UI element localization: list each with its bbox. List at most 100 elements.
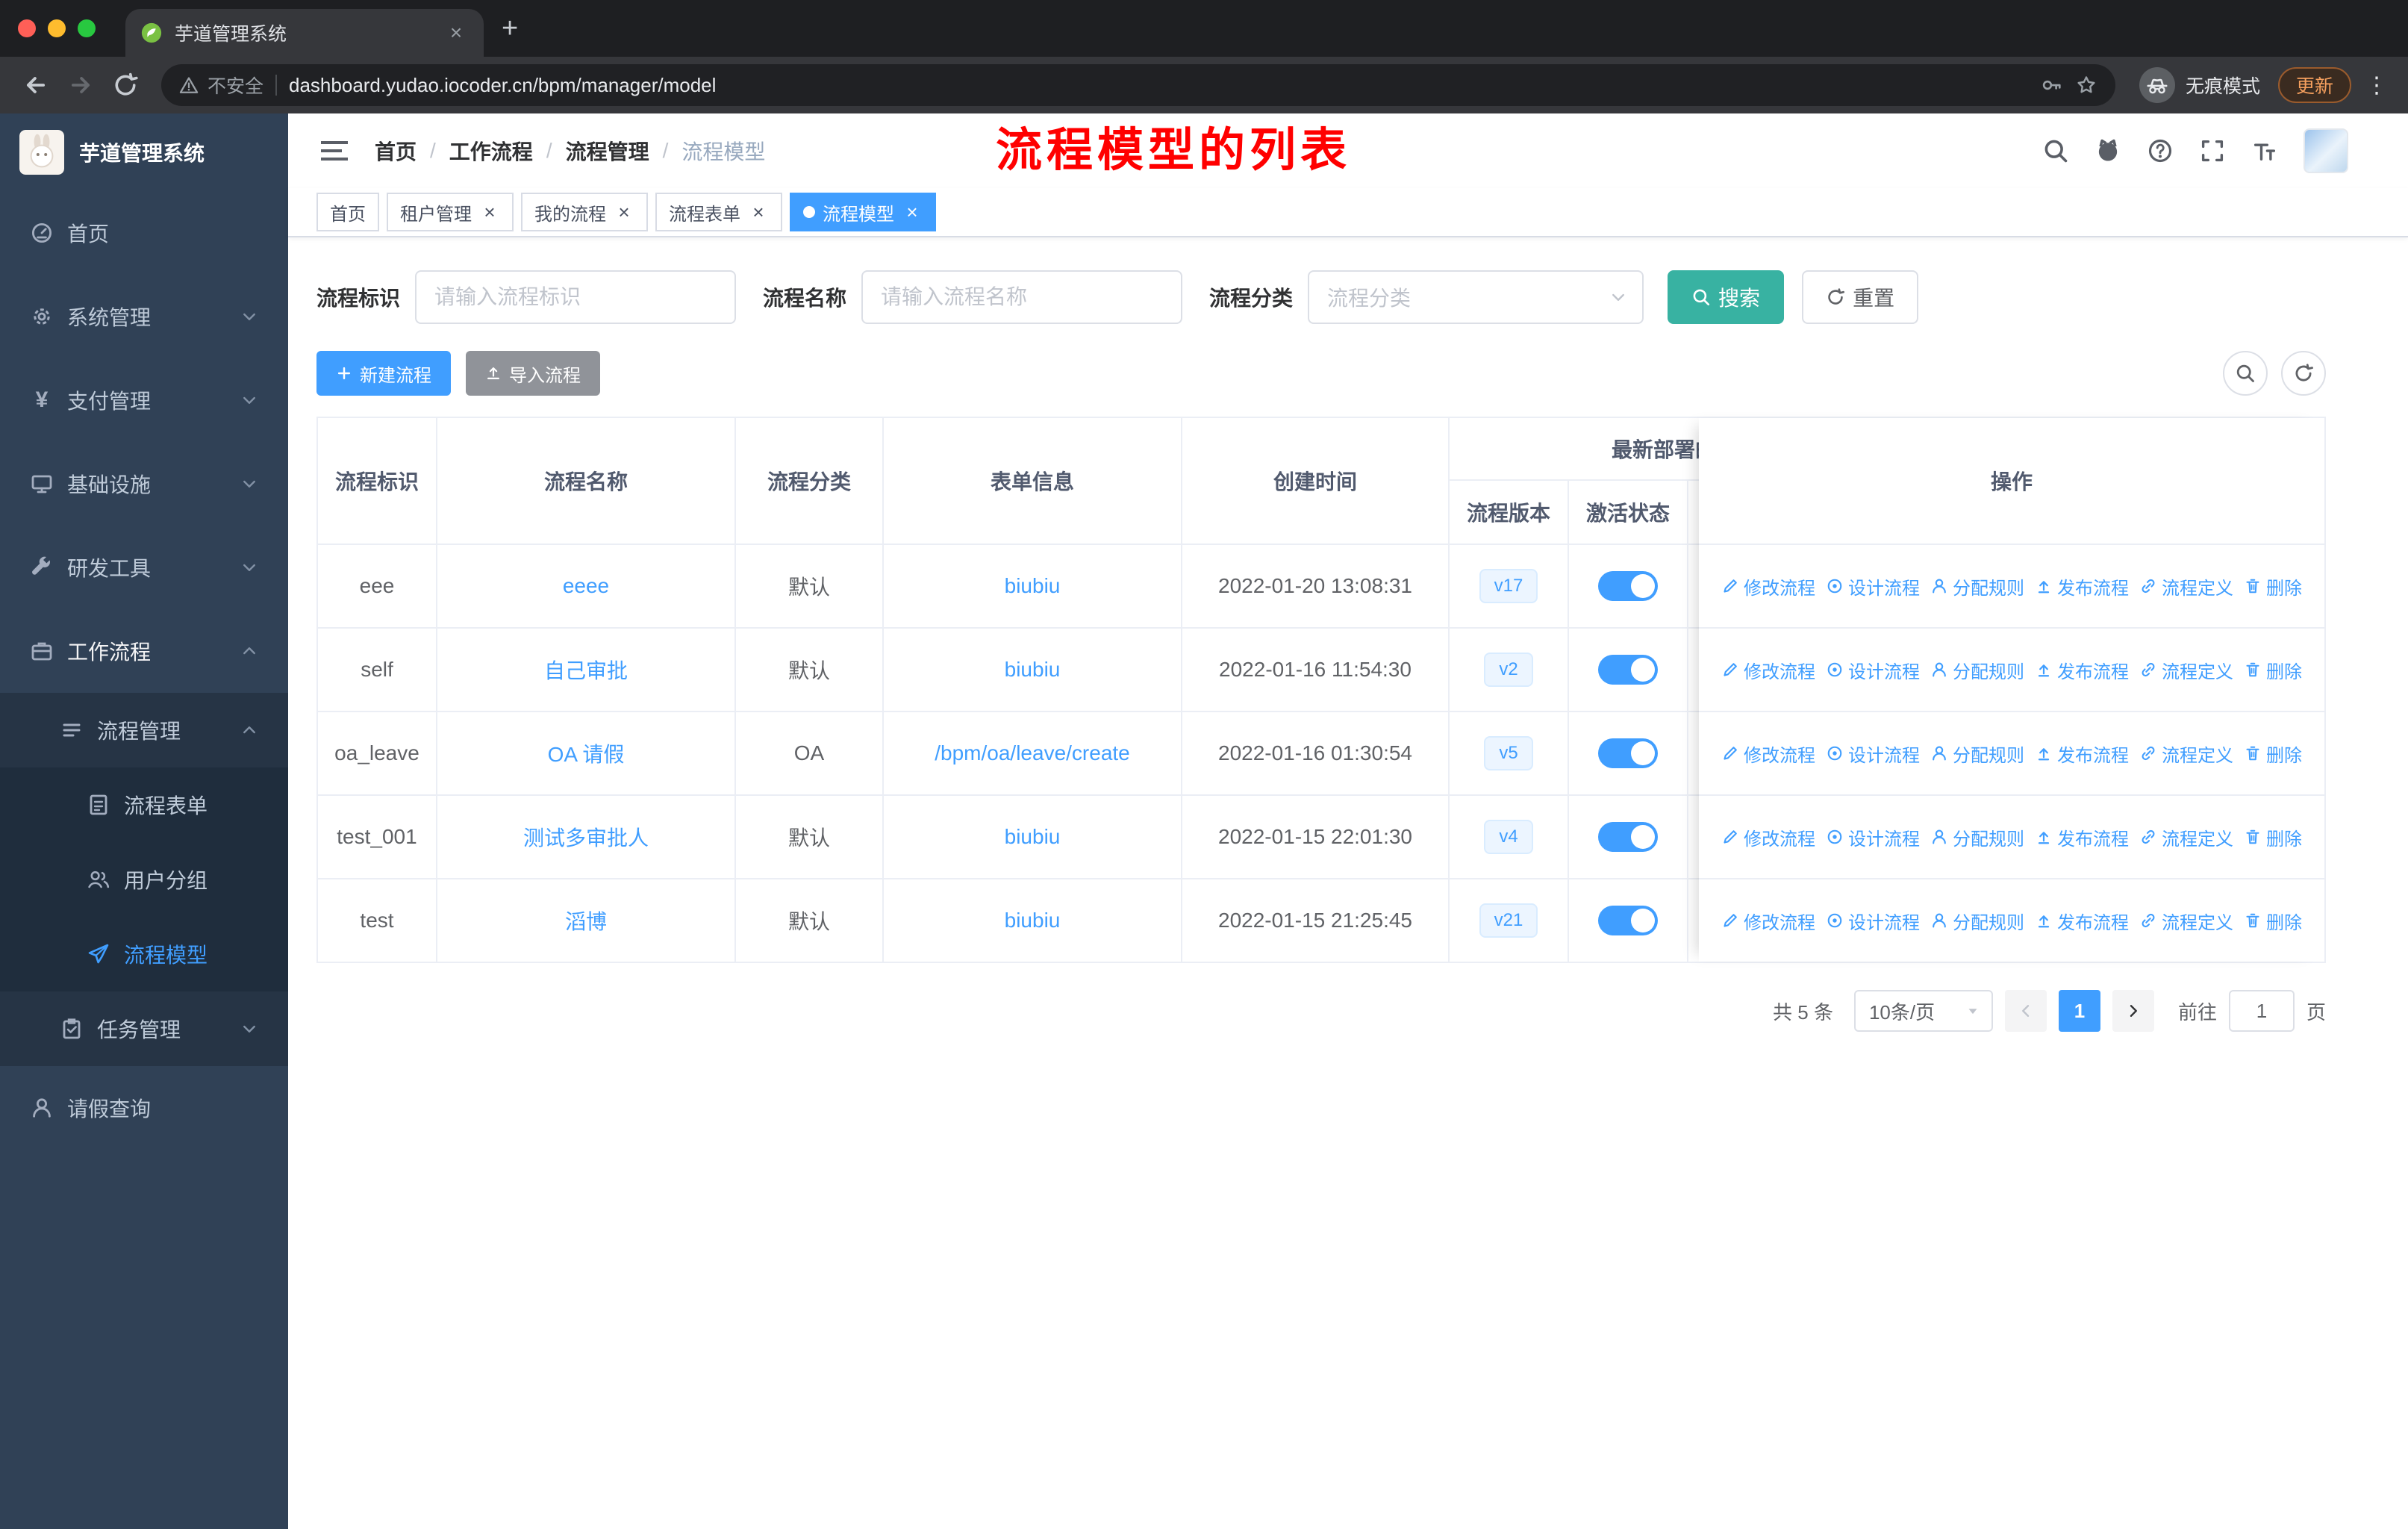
sidebar-toggle-icon[interactable] [321, 141, 348, 161]
action-delete[interactable]: 删除 [2244, 657, 2302, 683]
sidebar-item-task-management[interactable]: 任务管理 [0, 991, 288, 1066]
tab-close-icon[interactable]: × [443, 20, 469, 46]
process-name-link[interactable]: eeee [563, 574, 609, 598]
action-publish[interactable]: 发布流程 [2035, 573, 2129, 600]
sidebar-item-system-management[interactable]: 系统管理 [0, 275, 288, 358]
action-publish[interactable]: 发布流程 [2035, 908, 2129, 934]
action-assign-rule[interactable]: 分配规则 [1930, 657, 2024, 683]
sidebar-item-workflow[interactable]: 工作流程 [0, 609, 288, 693]
sidebar-item-process-model[interactable]: 流程模型 [0, 917, 288, 991]
active-toggle[interactable] [1598, 822, 1658, 852]
active-toggle[interactable] [1598, 655, 1658, 685]
action-delete[interactable]: 删除 [2244, 741, 2302, 767]
active-toggle[interactable] [1598, 906, 1658, 935]
process-key-input[interactable] [415, 270, 737, 324]
action-definition[interactable]: 流程定义 [2139, 657, 2233, 683]
zoom-window-button[interactable] [78, 19, 96, 37]
close-icon[interactable]: × [902, 202, 923, 222]
action-assign-rule[interactable]: 分配规则 [1930, 573, 2024, 600]
import-process-button[interactable]: 导入流程 [466, 351, 600, 396]
tagsview-tab-home[interactable]: 首页 [316, 193, 379, 231]
action-assign-rule[interactable]: 分配规则 [1930, 908, 2024, 934]
password-key-icon[interactable] [2041, 74, 2063, 96]
action-modify[interactable]: 修改流程 [1721, 657, 1815, 683]
url-bar[interactable]: 不安全 dashboard.yudao.iocoder.cn/bpm/manag… [161, 64, 2115, 106]
breadcrumb-item[interactable]: 首页 [375, 136, 417, 166]
process-name-link[interactable]: 滔博 [565, 906, 607, 935]
page-size-select[interactable]: 10条/页 [1853, 990, 1993, 1032]
next-page-button[interactable] [2112, 990, 2154, 1032]
action-delete[interactable]: 删除 [2244, 824, 2302, 850]
action-design[interactable]: 设计流程 [1826, 657, 1920, 683]
action-assign-rule[interactable]: 分配规则 [1930, 741, 2024, 767]
sidebar-item-payment-management[interactable]: ¥ 支付管理 [0, 358, 288, 442]
tagsview-tab-process-model[interactable]: 流程模型 × [790, 193, 936, 231]
breadcrumb-item[interactable]: 工作流程 [449, 136, 533, 166]
sidebar-item-process-form[interactable]: 流程表单 [0, 767, 288, 842]
sidebar-item-dev-tools[interactable]: 研发工具 [0, 526, 288, 609]
form-info-link[interactable]: biubiu [1005, 825, 1061, 849]
form-info-link[interactable]: biubiu [1005, 658, 1061, 682]
close-icon[interactable]: × [614, 202, 634, 222]
font-size-icon[interactable] [2251, 137, 2278, 164]
action-design[interactable]: 设计流程 [1826, 573, 1920, 600]
sidebar-item-process-management[interactable]: 流程管理 [0, 693, 288, 767]
process-name-link[interactable]: OA 请假 [548, 738, 625, 768]
action-modify[interactable]: 修改流程 [1721, 573, 1815, 600]
action-design[interactable]: 设计流程 [1826, 741, 1920, 767]
back-button[interactable] [15, 64, 57, 106]
action-definition[interactable]: 流程定义 [2139, 741, 2233, 767]
form-info-link[interactable]: /bpm/oa/leave/create [935, 741, 1130, 765]
active-toggle[interactable] [1598, 571, 1658, 601]
browser-tab[interactable]: 芋道管理系统 × [125, 9, 484, 57]
sidebar-item-user-group[interactable]: 用户分组 [0, 842, 288, 917]
new-tab-button[interactable]: + [502, 13, 518, 45]
active-toggle[interactable] [1598, 738, 1658, 768]
sidebar-item-leave-query[interactable]: 请假查询 [0, 1066, 288, 1150]
sidebar-item-infrastructure[interactable]: 基础设施 [0, 442, 288, 526]
bookmark-star-icon[interactable] [2075, 74, 2097, 96]
browser-menu-icon[interactable]: ⋮ [2360, 72, 2393, 99]
action-publish[interactable]: 发布流程 [2035, 824, 2129, 850]
action-assign-rule[interactable]: 分配规则 [1930, 824, 2024, 850]
reset-button[interactable]: 重置 [1802, 270, 1919, 324]
sidebar-item-home[interactable]: 首页 [0, 191, 288, 275]
forward-button[interactable] [60, 64, 102, 106]
help-icon[interactable] [2147, 137, 2174, 164]
action-definition[interactable]: 流程定义 [2139, 908, 2233, 934]
search-button[interactable]: 搜索 [1668, 270, 1785, 324]
action-modify[interactable]: 修改流程 [1721, 741, 1815, 767]
close-icon[interactable]: × [479, 202, 500, 222]
toggle-search-button[interactable] [2223, 351, 2268, 396]
action-publish[interactable]: 发布流程 [2035, 657, 2129, 683]
search-icon[interactable] [2042, 137, 2069, 164]
refresh-table-button[interactable] [2281, 351, 2326, 396]
action-delete[interactable]: 删除 [2244, 573, 2302, 600]
prev-page-button[interactable] [2004, 990, 2047, 1032]
form-info-link[interactable]: biubiu [1005, 909, 1061, 932]
reload-button[interactable] [105, 64, 146, 106]
action-design[interactable]: 设计流程 [1826, 824, 1920, 850]
close-window-button[interactable] [18, 19, 36, 37]
github-icon[interactable] [2094, 137, 2121, 164]
process-name-link[interactable]: 测试多审批人 [523, 822, 649, 852]
breadcrumb-item[interactable]: 流程管理 [566, 136, 649, 166]
action-modify[interactable]: 修改流程 [1721, 908, 1815, 934]
process-name-link[interactable]: 自己审批 [544, 655, 628, 685]
tagsview-tab-tenant[interactable]: 租户管理 × [387, 193, 514, 231]
chrome-update-button[interactable]: 更新 [2277, 67, 2351, 103]
user-avatar[interactable] [2303, 128, 2348, 173]
fullscreen-icon[interactable] [2199, 137, 2226, 164]
create-process-button[interactable]: 新建流程 [316, 351, 451, 396]
security-chip[interactable]: 不安全 [179, 72, 263, 99]
action-delete[interactable]: 删除 [2244, 908, 2302, 934]
close-icon[interactable]: × [748, 202, 769, 222]
minimize-window-button[interactable] [48, 19, 66, 37]
action-definition[interactable]: 流程定义 [2139, 573, 2233, 600]
action-definition[interactable]: 流程定义 [2139, 824, 2233, 850]
tagsview-tab-process-form[interactable]: 流程表单 × [655, 193, 782, 231]
current-page-button[interactable]: 1 [2058, 990, 2100, 1032]
action-design[interactable]: 设计流程 [1826, 908, 1920, 934]
action-publish[interactable]: 发布流程 [2035, 741, 2129, 767]
goto-page-input[interactable] [2228, 990, 2295, 1032]
